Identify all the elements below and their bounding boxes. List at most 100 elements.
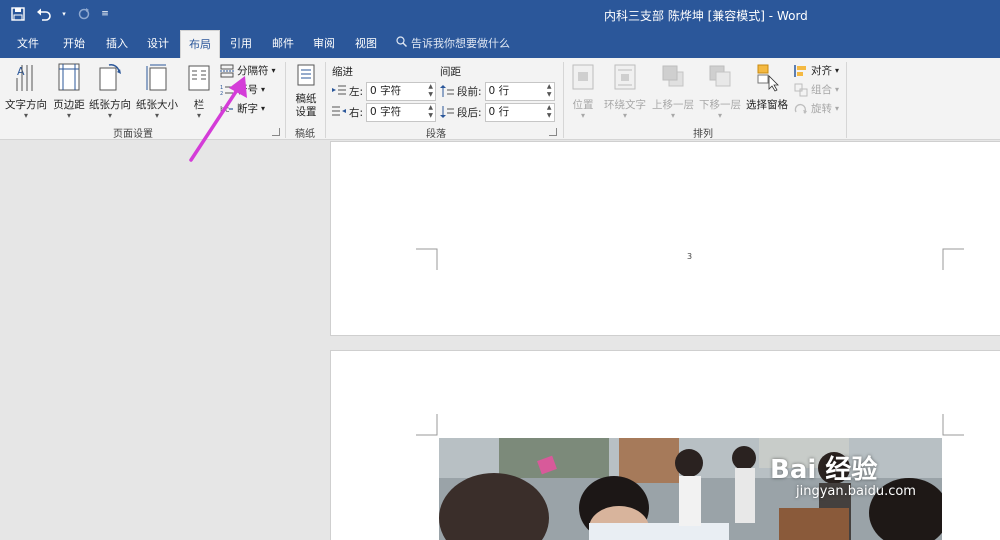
tell-me-box[interactable]: 告诉我你想要做什么: [396, 30, 510, 58]
bring-forward-icon: [662, 65, 684, 87]
wrap-text-label: 环绕文字: [604, 99, 646, 111]
crop-mark-icon: [942, 414, 964, 436]
rotate-label: 旋转: [811, 103, 832, 115]
chevron-down-icon: ▾: [835, 104, 840, 113]
spinner-arrows-icon[interactable]: ▲ ▼: [428, 104, 433, 120]
indent-right-input[interactable]: 0 字符 ▲ ▼: [366, 102, 437, 122]
size-label: 纸张大小: [136, 99, 178, 111]
group-icon: [794, 83, 808, 97]
spinner-arrows-icon[interactable]: ▲ ▼: [547, 104, 552, 120]
chevron-down-icon: ▾: [580, 111, 585, 120]
tab-mailings[interactable]: 邮件: [263, 30, 303, 58]
chevron-down-icon: ▾: [835, 85, 840, 94]
indent-left-input[interactable]: 0 字符 ▲ ▼: [366, 81, 437, 101]
indent-right-row: 右: 0 字符 ▲ ▼: [332, 102, 437, 122]
chevron-down-icon: ▾: [107, 111, 112, 120]
crop-mark-icon: [416, 248, 438, 270]
text-direction-label: 文字方向: [5, 99, 47, 111]
lightbulb-icon: [396, 30, 407, 58]
selection-pane-button[interactable]: 选择窗格: [744, 62, 790, 120]
spacing-after-value: 0 行: [488, 105, 510, 118]
wrap-text-icon: [614, 64, 636, 90]
chevron-down-icon: ▾: [23, 111, 28, 120]
spacing-before-label: 段前:: [457, 85, 482, 98]
bring-forward-button: 上移一层 ▾: [650, 62, 696, 120]
spacing-after-input[interactable]: 0 行 ▲ ▼: [484, 102, 555, 122]
spacing-before-input[interactable]: 0 行 ▲ ▼: [484, 81, 555, 101]
send-backward-button: 下移一层 ▾: [697, 62, 743, 120]
paragraph-dialog-launcher[interactable]: [549, 128, 557, 136]
size-button[interactable]: 纸张大小 ▾: [135, 62, 179, 120]
align-icon: [794, 65, 806, 77]
group-divider: [285, 62, 286, 138]
position-button: 位置 ▾: [566, 62, 600, 120]
indent-heading: 缩进: [332, 66, 353, 78]
spacing-after-row: 段后: 0 行 ▲ ▼: [440, 102, 555, 122]
margins-label: 页边距: [53, 99, 85, 111]
margins-button[interactable]: 页边距 ▾: [50, 62, 88, 120]
align-button[interactable]: 对齐 ▾: [794, 62, 839, 80]
customize-qat-icon[interactable]: ≡: [100, 4, 110, 24]
undo-icon[interactable]: [34, 4, 54, 24]
spinner-arrows-icon[interactable]: ▲ ▼: [428, 83, 433, 99]
manuscript-icon: [297, 64, 315, 86]
tell-me-text: 告诉我你想要做什么: [411, 37, 510, 50]
indent-right-label: 右:: [349, 106, 364, 119]
baidu-watermark: Bai 经验 jingyan.baidu.com: [770, 449, 916, 499]
tab-references[interactable]: 引用: [221, 30, 261, 58]
selection-pane-label: 选择窗格: [746, 99, 788, 111]
page-number: 3: [687, 252, 693, 261]
rotate-button: 旋转 ▾: [794, 100, 839, 118]
margins-icon: [58, 63, 80, 91]
save-icon[interactable]: [8, 4, 28, 24]
tab-review[interactable]: 审阅: [304, 30, 344, 58]
group-button: 组合 ▾: [794, 81, 839, 99]
text-direction-icon: A: [16, 65, 33, 91]
chevron-down-icon: ▾: [835, 66, 840, 75]
send-backward-label: 下移一层: [699, 99, 741, 111]
ribbon-layout: A 文字方向 ▾ 页边距 ▾ 纸张方向 ▾ 纸张大小 ▾ 栏 ▾ 分隔符 ▾ 12…: [0, 58, 1000, 140]
spinner-arrows-icon[interactable]: ▲ ▼: [547, 83, 552, 99]
redo-icon: [74, 4, 94, 24]
rotate-icon: [794, 103, 807, 114]
indent-right-icon: [332, 106, 346, 116]
indent-right-value: 0 字符: [370, 105, 402, 118]
position-label: 位置: [572, 99, 594, 111]
tab-insert[interactable]: 插入: [97, 30, 137, 58]
chevron-down-icon: ▾: [261, 85, 266, 94]
group-divider: [846, 62, 847, 138]
chevron-down-icon: ▾: [717, 111, 722, 120]
manuscript-settings-button[interactable]: 稿纸 设置: [291, 62, 321, 120]
bring-forward-label: 上移一层: [652, 99, 694, 111]
tab-file[interactable]: 文件: [8, 30, 48, 58]
spacing-before-value: 0 行: [488, 84, 510, 97]
chevron-down-icon: ▾: [261, 104, 266, 113]
spacing-heading: 间距: [440, 66, 461, 78]
text-direction-button[interactable]: A 文字方向 ▾: [4, 62, 48, 120]
page-setup-dialog-launcher[interactable]: [272, 128, 280, 136]
tab-view[interactable]: 视图: [346, 30, 386, 58]
tab-layout[interactable]: 布局: [180, 30, 220, 58]
orientation-button[interactable]: 纸张方向 ▾: [88, 62, 132, 120]
spacing-after-label: 段后:: [457, 106, 482, 119]
title-bar: ▾ ≡ 内科三支部 陈烨坤 [兼容模式] - Word: [0, 0, 1000, 30]
window-title: 内科三支部 陈烨坤 [兼容模式] - Word: [604, 9, 808, 23]
group-divider: [563, 62, 564, 138]
spacing-after-icon: [440, 106, 454, 118]
annotation-arrow-icon: [189, 76, 247, 162]
paragraph-group-label: 段落: [426, 129, 446, 140]
indent-left-row: 左: 0 字符 ▲ ▼: [332, 81, 437, 101]
svg-text:A: A: [17, 65, 25, 78]
undo-dropdown-icon[interactable]: ▾: [60, 4, 68, 24]
chevron-down-icon: ▾: [66, 111, 71, 120]
watermark-brand: Bai 经验: [770, 455, 878, 485]
wrap-text-button: 环绕文字 ▾: [601, 62, 649, 120]
document-canvas[interactable]: 3 Bai 经验 jingyan.baidu.com: [0, 141, 1000, 540]
chevron-down-icon: ▾: [271, 66, 276, 75]
orientation-icon: [99, 63, 121, 91]
tab-design[interactable]: 设计: [138, 30, 178, 58]
tab-home[interactable]: 开始: [54, 30, 94, 58]
manuscript-group-label: 稿纸: [295, 129, 315, 140]
chevron-down-icon: ▾: [154, 111, 159, 120]
document-page[interactable]: [330, 141, 1000, 336]
